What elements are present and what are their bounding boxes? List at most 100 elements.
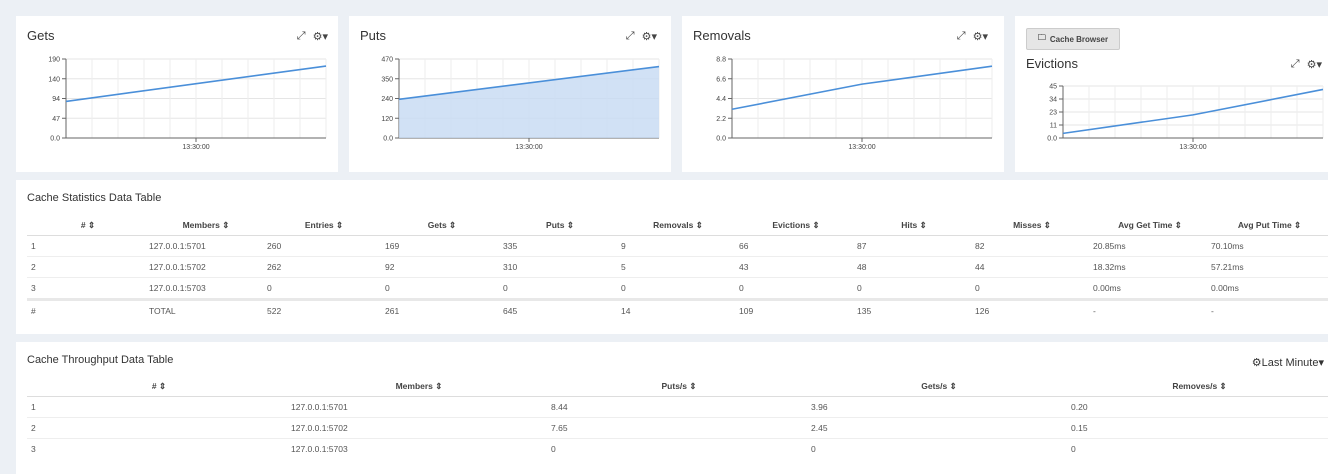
column-header[interactable]: # ⇕ — [27, 215, 145, 236]
table-cell: - — [1207, 298, 1328, 321]
table-cell: 43 — [735, 256, 853, 278]
table-cell: 126 — [971, 298, 1089, 321]
y-tick-label: 0.0 — [383, 136, 393, 143]
y-tick-label: 34 — [1049, 97, 1057, 104]
table-cell: 0 — [547, 438, 807, 459]
table-cell: 0 — [499, 277, 617, 300]
table-row: 1 127.0.0.1:5701 8.44 3.96 0.20 — [27, 396, 1328, 418]
column-header[interactable]: Avg Put Time ⇕ — [1207, 215, 1328, 236]
table-cell: 18.32ms — [1089, 256, 1207, 278]
table-cell: 127.0.0.1:5701 — [145, 235, 263, 257]
y-tick-label: 140 — [48, 76, 60, 83]
table-cell: 3 — [27, 438, 287, 459]
table-header-row: # ⇕ Members ⇕ Puts/s ⇕ Gets/s ⇕ Removes/… — [27, 376, 1328, 397]
table-cell: 0 — [971, 277, 1089, 300]
table-row: 1 127.0.0.1:5701 260 169 335 9 66 87 82 … — [27, 235, 1328, 257]
table-cell: 1 — [27, 396, 287, 418]
column-header[interactable]: Avg Get Time ⇕ — [1089, 215, 1207, 236]
y-tick-label: 0.0 — [716, 136, 726, 143]
evictions-chart-panel: 🗀 Cache Browser Evictions ⤢ ⚙▾ 45 34 23 11 0… — [1015, 16, 1328, 172]
y-tick-label: 120 — [381, 116, 393, 123]
table-cell: 9 — [617, 235, 735, 257]
table-cell: 0 — [853, 277, 971, 300]
table-cell: 3 — [27, 277, 145, 300]
cache-throughput-panel: Cache Throughput Data Table ⚙Last Minute… — [16, 342, 1328, 474]
table-cell: # — [27, 298, 145, 321]
y-tick-label: 6.6 — [716, 76, 726, 83]
cache-statistics-table: # ⇕ Members ⇕ Entries ⇕ Gets ⇕ Puts ⇕ Re… — [27, 215, 1328, 321]
table-cell: 20.85ms — [1089, 235, 1207, 257]
table-cell: 0.00ms — [1207, 277, 1328, 300]
table-cell: 109 — [735, 298, 853, 321]
table-cell: 57.21ms — [1207, 256, 1328, 278]
y-tick-label: 240 — [381, 96, 393, 103]
y-tick-label: 0.0 — [1047, 136, 1057, 143]
table-cell: 44 — [971, 256, 1089, 278]
table-cell: 310 — [499, 256, 617, 278]
table-cell: 2 — [27, 417, 287, 439]
table-cell: 0 — [1067, 438, 1328, 459]
table-row: 3 127.0.0.1:5703 0 0 0 0 0 0 0 0.00ms 0.… — [27, 277, 1328, 300]
evictions-chart: 45 34 23 11 0.0 13:30:00 — [1047, 84, 1324, 151]
column-header[interactable]: Members ⇕ — [145, 215, 263, 236]
table-cell: 127.0.0.1:5702 — [145, 256, 263, 278]
table-cell: 1 — [27, 235, 145, 257]
column-header[interactable]: Gets ⇕ — [381, 215, 499, 236]
x-tick-label: 13:30:00 — [848, 144, 875, 151]
removals-chart-panel: Removals ⤢ ⚙▾ 8.8 6.6 4.4 2.2 0.0 13:30:00 — [682, 16, 1004, 172]
gets-chart-panel: Gets ⤢ ⚙▾ 190 140 94 47 0.0 13:30:00 — [16, 16, 338, 172]
column-header[interactable]: Evictions ⇕ — [735, 215, 853, 236]
y-tick-label: 190 — [48, 57, 60, 64]
table-cell: 0.20 — [1067, 396, 1328, 418]
y-tick-label: 4.4 — [716, 96, 726, 103]
column-header[interactable]: Puts/s ⇕ — [547, 376, 807, 397]
table-cell: 66 — [735, 235, 853, 257]
table-cell: 262 — [263, 256, 381, 278]
table-cell: 87 — [853, 235, 971, 257]
table-cell: 169 — [381, 235, 499, 257]
column-header[interactable]: Removes/s ⇕ — [1067, 376, 1328, 397]
column-header[interactable]: # ⇕ — [27, 376, 287, 397]
table-cell: 0 — [807, 438, 1067, 459]
table-cell: 82 — [971, 235, 1089, 257]
table-cell: 127.0.0.1:5703 — [287, 438, 547, 459]
table-cell: 0 — [735, 277, 853, 300]
table-cell: 135 — [853, 298, 971, 321]
column-header[interactable]: Puts ⇕ — [499, 215, 617, 236]
time-range-dropdown[interactable]: ⚙Last Minute▾ — [1252, 356, 1324, 369]
table-cell: 92 — [381, 256, 499, 278]
removals-chart: 8.8 6.6 4.4 2.2 0.0 13:30:00 — [716, 57, 993, 151]
column-header[interactable]: Removals ⇕ — [617, 215, 735, 236]
table-cell: 335 — [499, 235, 617, 257]
table-header-row: # ⇕ Members ⇕ Entries ⇕ Gets ⇕ Puts ⇕ Re… — [27, 215, 1328, 236]
y-tick-label: 8.8 — [716, 57, 726, 64]
table-cell: 127.0.0.1:5701 — [287, 396, 547, 418]
x-tick-label: 13:30:00 — [1179, 144, 1206, 151]
table-cell: - — [1089, 298, 1207, 321]
table-cell: TOTAL — [145, 298, 263, 321]
y-tick-label: 45 — [1049, 84, 1057, 91]
column-header[interactable]: Entries ⇕ — [263, 215, 381, 236]
table-total-row: # TOTAL 522 261 645 14 109 135 126 - - — [27, 298, 1328, 321]
table-title: Cache Throughput Data Table — [27, 354, 174, 366]
table-cell: 8.44 — [547, 396, 807, 418]
table-cell: 0 — [381, 277, 499, 300]
y-tick-label: 470 — [381, 57, 393, 64]
table-cell: 261 — [381, 298, 499, 321]
cache-throughput-table: # ⇕ Members ⇕ Puts/s ⇕ Gets/s ⇕ Removes/… — [27, 376, 1328, 459]
column-header[interactable]: Misses ⇕ — [971, 215, 1089, 236]
table-cell: 0.15 — [1067, 417, 1328, 439]
column-header[interactable]: Gets/s ⇕ — [807, 376, 1067, 397]
y-tick-label: 94 — [52, 96, 60, 103]
table-cell: 0 — [617, 277, 735, 300]
x-tick-label: 13:30:00 — [515, 144, 542, 151]
x-tick-label: 13:30:00 — [182, 144, 209, 151]
column-header[interactable]: Members ⇕ — [287, 376, 547, 397]
column-header[interactable]: Hits ⇕ — [853, 215, 971, 236]
table-cell: 3.96 — [807, 396, 1067, 418]
table-cell: 70.10ms — [1207, 235, 1328, 257]
table-cell: 2.45 — [807, 417, 1067, 439]
table-cell: 2 — [27, 256, 145, 278]
y-tick-label: 350 — [381, 76, 393, 83]
table-cell: 0 — [263, 277, 381, 300]
